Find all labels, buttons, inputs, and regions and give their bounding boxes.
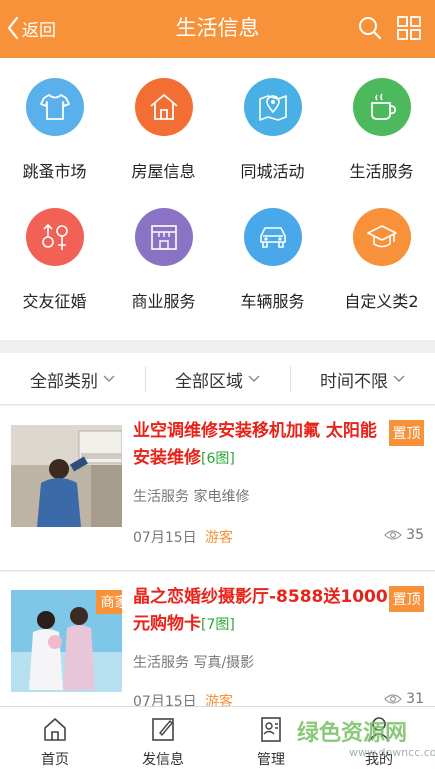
search-icon[interactable] — [357, 15, 383, 41]
map-pin-icon — [259, 95, 287, 121]
chevron-down-icon — [103, 375, 115, 382]
eye-icon — [384, 530, 403, 540]
grid-menu-icon[interactable] — [396, 15, 422, 41]
view-count: 31 — [384, 691, 424, 707]
gender-icon — [42, 223, 68, 250]
listing-category: 生活服务 写真/摄影 — [133, 655, 255, 671]
filter-label: 时间不限 — [320, 371, 388, 392]
listing-thumbnail: 商家 — [11, 590, 122, 692]
category-label: 自定义类2 — [344, 292, 419, 311]
category-label: 同城活动 — [240, 162, 305, 181]
category-icon-bg — [244, 78, 302, 136]
tab-home[interactable]: 首页 — [1, 707, 109, 773]
storefront-icon — [151, 225, 177, 250]
list-item[interactable]: 商家 晶之恋婚纱摄影厅-8588送1000元购物卡[7图] 置顶 生活服务 写真… — [0, 572, 435, 712]
chevron-left-icon — [7, 16, 19, 40]
listing-author: 游客 — [205, 530, 233, 546]
user-icon — [368, 717, 390, 742]
app-header: 返回 生活信息 — [0, 0, 435, 58]
category-custom-2[interactable]: 自定义类2 — [327, 188, 435, 318]
category-icon-bg — [135, 78, 193, 136]
car-icon — [260, 227, 286, 248]
eye-icon — [384, 694, 403, 704]
listing-date: 07月15日 — [133, 530, 197, 546]
tab-manage[interactable]: 管理 — [217, 707, 325, 773]
tab-post[interactable]: 发信息 — [109, 707, 217, 773]
category-business-services[interactable]: 商业服务 — [109, 188, 218, 318]
category-housing[interactable]: 房屋信息 — [109, 58, 218, 188]
pinned-badge: 置顶 — [389, 420, 424, 446]
listing-title-text: 晶之恋婚纱摄影厅-8588送1000元购物卡 — [133, 587, 388, 634]
category-icon-bg — [135, 208, 193, 266]
category-life-services[interactable]: 生活服务 — [327, 58, 435, 188]
category-icon-bg — [26, 208, 84, 266]
chevron-down-icon — [393, 375, 405, 382]
tab-label: 发信息 — [142, 752, 184, 768]
listing-title[interactable]: 业空调维修安装移机加氟 太阳能安装维修[6图] — [133, 418, 389, 473]
filter-category-dropdown[interactable]: 全部类别 — [0, 353, 145, 405]
view-count-value: 31 — [406, 691, 424, 707]
merchant-tag: 商家 — [96, 590, 122, 614]
listing-title-text: 业空调维修安装移机加氟 太阳能安装维修 — [133, 421, 377, 468]
filter-bar: 全部类别 全部区域 时间不限 — [0, 353, 435, 405]
tshirt-icon — [40, 94, 70, 120]
listing-title[interactable]: 晶之恋婚纱摄影厅-8588送1000元购物卡[7图] — [133, 584, 389, 639]
pinned-badge: 置顶 — [389, 586, 424, 612]
manage-icon — [261, 717, 281, 742]
graduation-cap-icon — [367, 225, 397, 248]
category-dating[interactable]: 交友征婚 — [0, 188, 109, 318]
pic-count: [7图] — [201, 617, 235, 633]
category-city-events[interactable]: 同城活动 — [218, 58, 327, 188]
category-label: 跳蚤市场 — [22, 162, 87, 181]
view-count: 35 — [384, 527, 424, 543]
chevron-down-icon — [248, 375, 260, 382]
tab-label: 管理 — [257, 752, 285, 768]
house-icon — [150, 94, 178, 120]
filter-label: 全部类别 — [30, 371, 98, 392]
category-icon-bg — [26, 78, 84, 136]
bottom-tab-bar: 首页 发信息 管理 我的 — [0, 706, 435, 773]
category-flea-market[interactable]: 跳蚤市场 — [0, 58, 109, 188]
category-label: 车辆服务 — [240, 292, 305, 311]
home-icon — [44, 718, 66, 741]
tab-label: 我的 — [365, 752, 393, 768]
listing-thumbnail — [11, 425, 122, 527]
back-button[interactable]: 返回 — [6, 14, 56, 42]
category-icon-bg — [353, 208, 411, 266]
category-label: 生活服务 — [349, 162, 414, 181]
category-icon-bg — [244, 208, 302, 266]
category-vehicle-services[interactable]: 车辆服务 — [218, 188, 327, 318]
view-count-value: 35 — [406, 527, 424, 543]
coffee-cup-icon — [371, 93, 397, 120]
category-icon-bg — [353, 78, 411, 136]
compose-icon — [152, 718, 174, 741]
back-label: 返回 — [22, 20, 56, 41]
tab-mine[interactable]: 我的 — [325, 707, 433, 773]
filter-time-dropdown[interactable]: 时间不限 — [290, 353, 435, 405]
category-label: 房屋信息 — [131, 162, 196, 181]
category-label: 商业服务 — [131, 292, 196, 311]
filter-label: 全部区域 — [175, 371, 243, 392]
list-item[interactable]: 业空调维修安装移机加氟 太阳能安装维修[6图] 置顶 生活服务 家电维修 07月… — [0, 406, 435, 571]
aircon-repair-photo — [11, 425, 122, 527]
tab-label: 首页 — [41, 752, 69, 768]
category-grid: 跳蚤市场 房屋信息 同城活动 生活服务 交友征婚 商业服务 车辆服务 自定义类2 — [0, 58, 435, 340]
category-label: 交友征婚 — [22, 292, 87, 311]
filter-area-dropdown[interactable]: 全部区域 — [145, 353, 290, 405]
pic-count: [6图] — [201, 451, 235, 467]
listing-category: 生活服务 家电维修 — [133, 489, 250, 505]
